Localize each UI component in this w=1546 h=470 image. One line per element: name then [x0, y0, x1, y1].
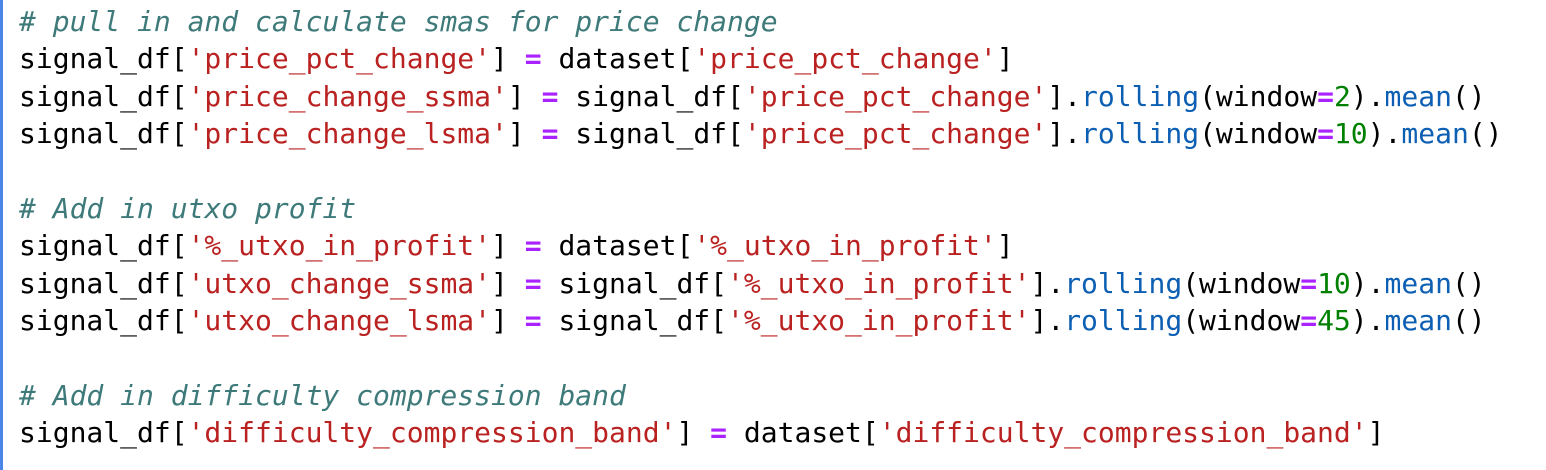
code-comment: # Add in utxo profit: [19, 191, 357, 225]
code-text: ]: [491, 229, 525, 263]
string-literal: 'price_pct_change': [743, 117, 1048, 151]
code-text: signal_df[: [19, 416, 188, 450]
code-text: signal_df[: [19, 304, 188, 338]
code-text: ]: [491, 42, 525, 76]
code-line: signal_df['price_change_lsma'] = signal_…: [19, 115, 1503, 152]
code-comment: # Add in difficulty compression band: [19, 378, 626, 412]
string-literal: 'price_change_lsma': [187, 117, 508, 151]
string-literal: '%_utxo_in_profit': [727, 304, 1031, 338]
string-literal: 'price_change_ssma': [187, 79, 508, 113]
code-text: dataset[: [541, 42, 694, 76]
code-line: # Add in utxo profit: [19, 190, 1503, 227]
code-text: ].: [1047, 79, 1082, 113]
code-cell[interactable]: # pull in and calculate smas for price c…: [0, 0, 1546, 470]
string-literal: 'price_pct_change': [743, 79, 1048, 113]
code-line: signal_df['utxo_change_ssma'] = signal_d…: [19, 265, 1503, 302]
function-call: mean: [1384, 79, 1452, 113]
string-literal: '%_utxo_in_profit': [693, 229, 997, 263]
code-text: (): [1451, 266, 1486, 300]
code-text: ]: [1367, 416, 1385, 450]
string-literal: 'price_pct_change': [187, 42, 492, 76]
number-literal: 10: [1333, 117, 1368, 151]
code-line: # Add in difficulty compression band: [19, 377, 1503, 414]
code-text: signal_df[: [558, 117, 744, 151]
code-text: ].: [1030, 266, 1065, 300]
string-literal: 'utxo_change_lsma': [187, 304, 492, 338]
code-text: ).: [1350, 79, 1385, 113]
string-literal: '%_utxo_in_profit': [727, 266, 1031, 300]
code-text: dataset[: [727, 416, 879, 450]
operator: =: [541, 117, 559, 151]
function-call: mean: [1401, 117, 1469, 151]
number-literal: 2: [1333, 79, 1351, 113]
code-text: (window: [1199, 79, 1318, 113]
operator: =: [710, 416, 728, 450]
code-line: signal_df['price_change_ssma'] = signal_…: [19, 78, 1503, 115]
operator: =: [524, 304, 542, 338]
code-comment: # pull in and calculate smas for price c…: [19, 5, 778, 38]
code-text: signal_df[: [19, 229, 188, 263]
code-text: signal_df[: [19, 266, 188, 300]
function-call: mean: [1384, 266, 1452, 300]
code-text: (): [1451, 79, 1486, 113]
code-text: ]: [491, 304, 525, 338]
code-text: ]: [676, 416, 711, 450]
function-call: rolling: [1064, 304, 1183, 338]
operator: =: [1300, 266, 1318, 300]
operator: =: [524, 266, 542, 300]
code-editor[interactable]: # pull in and calculate smas for price c…: [19, 3, 1503, 452]
code-text: signal_df[: [558, 79, 744, 113]
operator: =: [1317, 79, 1334, 113]
code-text: (): [1451, 304, 1486, 338]
code-text: signal_df[: [541, 266, 728, 300]
code-text: signal_df[: [19, 42, 188, 76]
code-text: ].: [1047, 117, 1082, 151]
code-text: ).: [1350, 304, 1385, 338]
number-literal: 45: [1317, 304, 1351, 338]
code-text: (window: [1199, 117, 1318, 151]
operator: =: [1317, 117, 1334, 151]
operator: =: [524, 42, 542, 76]
function-call: rolling: [1081, 79, 1200, 113]
string-literal: 'price_pct_change': [693, 42, 997, 76]
code-text: (window: [1182, 304, 1301, 338]
string-literal: 'difficulty_compression_band': [878, 416, 1368, 450]
operator: =: [541, 79, 559, 113]
string-literal: 'difficulty_compression_band': [187, 416, 677, 450]
code-text: signal_df[: [541, 304, 728, 338]
code-text: (): [1468, 117, 1503, 151]
operator: =: [524, 229, 542, 263]
code-text: ]: [507, 117, 542, 151]
code-text: ]: [996, 229, 1014, 263]
code-text: ].: [1030, 304, 1065, 338]
string-literal: 'utxo_change_ssma': [187, 266, 492, 300]
code-text: ).: [1367, 117, 1402, 151]
code-text: signal_df[: [19, 117, 188, 151]
code-text: ]: [507, 79, 542, 113]
code-text: (window: [1182, 266, 1301, 300]
function-call: rolling: [1064, 266, 1183, 300]
code-line: signal_df['%_utxo_in_profit'] = dataset[…: [19, 227, 1503, 264]
code-line: # pull in and calculate smas for price c…: [19, 3, 1503, 40]
number-literal: 10: [1317, 266, 1351, 300]
code-line: signal_df['price_pct_change'] = dataset[…: [19, 40, 1503, 77]
function-call: rolling: [1081, 117, 1200, 151]
function-call: mean: [1384, 304, 1452, 338]
string-literal: '%_utxo_in_profit': [187, 229, 492, 263]
code-line: signal_df['utxo_change_lsma'] = signal_d…: [19, 302, 1503, 339]
code-text: signal_df[: [19, 79, 188, 113]
code-line: signal_df['difficulty_compression_band']…: [19, 414, 1503, 451]
operator: =: [1300, 304, 1318, 338]
code-text: ]: [996, 42, 1014, 76]
code-text: ]: [491, 266, 525, 300]
code-text: ).: [1350, 266, 1385, 300]
code-text: dataset[: [541, 229, 694, 263]
